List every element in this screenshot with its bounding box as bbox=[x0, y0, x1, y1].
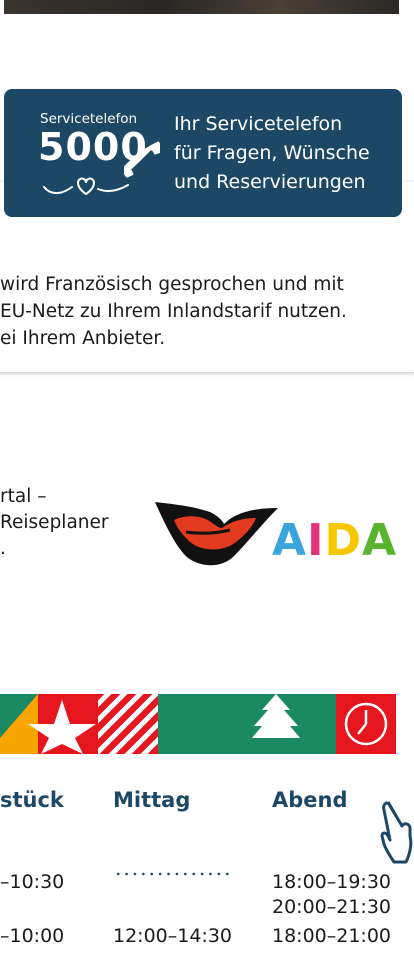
stripes-icon bbox=[98, 694, 158, 754]
aida-letter-a: A bbox=[272, 515, 308, 566]
portal-description: rtal – Reiseplaner . bbox=[0, 484, 109, 562]
restaurant-icon-band bbox=[0, 694, 396, 754]
star-icon bbox=[0, 694, 96, 754]
row2-breakfast: –10:00 bbox=[0, 925, 65, 947]
aida-logo[interactable]: AIDA bbox=[152, 494, 404, 572]
service-line-3: und Reservierungen bbox=[174, 171, 366, 193]
portal-line-3: . bbox=[0, 538, 6, 559]
row2-dinner: 18:00–21:00 bbox=[272, 925, 392, 947]
info-bubble-text: wird Französisch gesprochen und mit EU-N… bbox=[0, 272, 414, 353]
band-star-segment bbox=[0, 694, 98, 754]
portal-line-1: rtal – bbox=[0, 486, 47, 507]
service-line-2: für Fragen, Wünsche bbox=[174, 142, 370, 164]
header-dinner: Abend bbox=[272, 788, 348, 812]
row2-lunch: 12:00–14:30 bbox=[113, 925, 233, 947]
service-5000-logo: Servicetelefon 5000 bbox=[38, 109, 164, 199]
service-description: Ihr Servicetelefon für Fragen, Wünsche u… bbox=[174, 110, 370, 197]
row1-lunch-empty bbox=[114, 872, 232, 876]
photo-strip bbox=[4, 0, 399, 14]
tree-icon bbox=[252, 694, 300, 738]
row1-dinner-1: 18:00–19:30 bbox=[272, 871, 392, 893]
aida-wordmark: AIDA bbox=[272, 516, 397, 566]
aida-letter-d: D bbox=[324, 515, 362, 566]
aida-letter-i: I bbox=[307, 515, 325, 566]
service-phone-banner[interactable]: Servicetelefon 5000 Ihr Servicetelefon f… bbox=[4, 89, 402, 217]
header-lunch: Mittag bbox=[113, 788, 191, 812]
clock-icon bbox=[344, 702, 388, 746]
row1-dinner-2: 20:00–21:30 bbox=[272, 896, 392, 918]
band-clock-segment bbox=[336, 694, 396, 754]
swipe-hand-icon[interactable] bbox=[380, 796, 414, 866]
band-stripes-segment bbox=[98, 694, 158, 754]
info-line-2: EU-Netz zu Ihrem Inlandstarif nutzen. bbox=[0, 301, 347, 322]
header-breakfast: stück bbox=[0, 788, 64, 812]
info-line-1: wird Französisch gesprochen und mit bbox=[0, 274, 344, 295]
service-line-1: Ihr Servicetelefon bbox=[174, 113, 343, 135]
portal-line-2: Reiseplaner bbox=[0, 512, 109, 533]
aida-letter-a2: A bbox=[361, 515, 398, 566]
heart-icon bbox=[43, 177, 129, 196]
info-line-3: ei Ihrem Anbieter. bbox=[0, 328, 166, 349]
band-tree-segment bbox=[158, 694, 336, 754]
row1-breakfast: –10:30 bbox=[0, 871, 65, 893]
top-photo bbox=[0, 0, 414, 15]
lips-logo-icon bbox=[155, 502, 278, 566]
